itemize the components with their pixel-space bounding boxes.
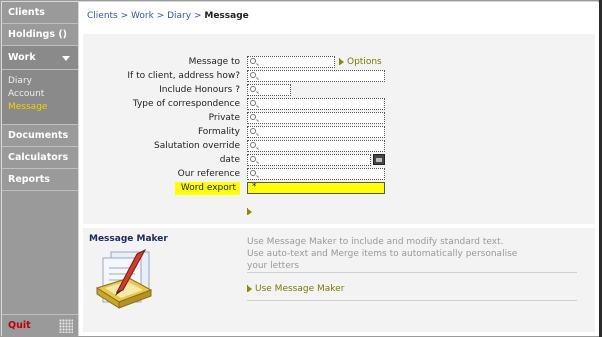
arrow-head-icon (248, 208, 252, 215)
search-icon (250, 72, 256, 78)
message-maker-title: Message Maker (89, 234, 168, 244)
search-icon (250, 114, 256, 120)
message-to-label: Message to (188, 57, 240, 67)
private-field[interactable] (247, 112, 385, 124)
app-frame: Clients Holdings () Work Diary Account M… (0, 0, 599, 337)
search-icon (250, 128, 256, 134)
nav-work[interactable]: Work (2, 46, 78, 70)
main-content: Clients > Work > Diary > Message Message… (79, 2, 599, 336)
row-salutation-override: Salutation override (83, 140, 595, 154)
address-how-field[interactable] (247, 70, 385, 82)
nav-reports[interactable]: Reports (2, 169, 78, 191)
use-message-maker-label: Use Message Maker (255, 284, 345, 294)
date-label: date (219, 155, 240, 165)
correspondence-type-field[interactable] (247, 98, 385, 110)
row-correspondence-type: Type of correspondence (83, 98, 595, 112)
divider (247, 300, 577, 301)
sidebar: Clients Holdings () Work Diary Account M… (2, 2, 78, 336)
word-export-label: Word export (174, 182, 240, 195)
word-export-field[interactable]: * (247, 182, 385, 194)
row-include-honours: Include Honours ? (83, 84, 595, 98)
options-label: Options (347, 57, 382, 67)
formality-label: Formality (197, 127, 240, 137)
arrow-head-icon (248, 285, 252, 292)
subnav-diary[interactable]: Diary (8, 75, 78, 88)
subnav-account[interactable]: Account (8, 88, 78, 101)
breadcrumb-current: Message (204, 11, 249, 21)
row-our-reference: Our reference (83, 168, 595, 182)
row-word-export: Word export * (83, 182, 595, 196)
message-maker-icon (95, 248, 153, 309)
breadcrumb-separator: > (193, 11, 205, 21)
date-field[interactable] (247, 154, 371, 166)
message-to-field[interactable] (247, 56, 335, 68)
row-date: date (83, 154, 595, 168)
row-message-to: Message to Options (83, 56, 595, 70)
word-export-value: * (252, 182, 257, 192)
include-honours-label: Include Honours ? (159, 85, 240, 95)
submit-button[interactable] (247, 206, 255, 217)
calendar-icon[interactable] (373, 154, 385, 165)
message-maker-description: Use Message Maker to include and modify … (247, 236, 577, 272)
nav-work-label: Work (8, 52, 36, 63)
search-icon (250, 170, 256, 176)
row-private: Private (83, 112, 595, 126)
formality-field[interactable] (247, 126, 385, 138)
quit-button[interactable]: Quit (8, 320, 31, 331)
breadcrumb: Clients > Work > Diary > Message (87, 11, 249, 21)
options-link[interactable]: Options (339, 57, 382, 67)
search-icon (250, 58, 256, 64)
our-reference-field[interactable] (247, 168, 385, 180)
search-icon (250, 156, 256, 162)
subnav-message[interactable]: Message (8, 101, 78, 114)
search-icon (250, 86, 256, 92)
grip-icon[interactable] (59, 319, 73, 333)
address-how-label: If to client, address how? (127, 71, 240, 81)
use-message-maker-link[interactable]: Use Message Maker (247, 284, 344, 294)
private-label: Private (208, 113, 240, 123)
breadcrumb-diary[interactable]: Diary (167, 11, 191, 21)
message-form: Message to Options If to client, address… (83, 34, 595, 224)
search-icon (250, 100, 256, 106)
quit-bar: Quit (2, 314, 78, 336)
message-maker-desc-line: Use Message Maker to include and modify … (247, 237, 504, 247)
include-honours-field[interactable] (247, 84, 291, 96)
salutation-override-label: Salutation override (154, 141, 240, 151)
correspondence-type-label: Type of correspondence (132, 99, 240, 109)
message-maker-desc-line: your letters (247, 261, 300, 271)
breadcrumb-work[interactable]: Work (131, 11, 154, 21)
row-formality: Formality (83, 126, 595, 140)
nav-holdings[interactable]: Holdings () (2, 24, 78, 46)
breadcrumb-separator: > (120, 11, 132, 21)
message-maker-desc-line: Use auto-text and Merge items to automat… (247, 249, 518, 259)
search-icon (250, 142, 256, 148)
message-maker-panel: Message Maker Use Message Maker to inclu… (83, 228, 595, 332)
nav-clients[interactable]: Clients (2, 2, 78, 24)
salutation-override-field[interactable] (247, 140, 385, 152)
row-address-how: If to client, address how? (83, 70, 595, 84)
nav-documents[interactable]: Documents (2, 125, 78, 147)
our-reference-label: Our reference (177, 169, 240, 179)
chevron-down-icon (62, 56, 70, 61)
arrow-head-icon (340, 58, 344, 65)
breadcrumb-clients[interactable]: Clients (87, 11, 118, 21)
divider (247, 272, 577, 273)
work-subnav: Diary Account Message (2, 70, 78, 125)
breadcrumb-separator: > (156, 11, 168, 21)
nav-calculators[interactable]: Calculators (2, 147, 78, 169)
